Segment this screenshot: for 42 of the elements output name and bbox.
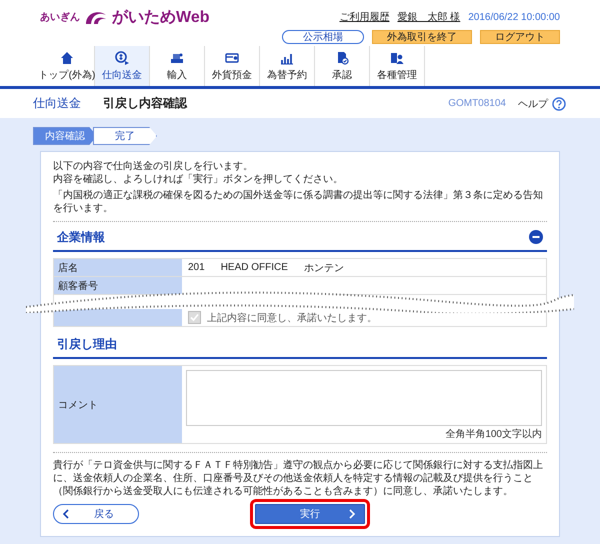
header-link[interactable]: 愛銀 太郎 様 xyxy=(397,10,460,24)
progress-step: 完了 xyxy=(93,127,157,145)
collapse-icon[interactable] xyxy=(529,230,543,244)
char-limit-hint: 全角半角100文字以内 xyxy=(444,428,542,441)
swirl-logo-icon xyxy=(84,9,108,25)
logo-text[interactable]: がいためWeb xyxy=(112,6,210,28)
nav-tab[interactable]: 仕向送金 xyxy=(95,46,150,86)
field-value: ホンテン xyxy=(304,262,344,274)
nav-icon xyxy=(225,50,239,64)
checkbox-label: 上記内容に同意し、承諾いたします。 xyxy=(207,312,377,324)
comment-field[interactable] xyxy=(186,370,542,426)
nav-icon xyxy=(115,50,129,64)
section-title: 仕向送金 xyxy=(33,95,81,112)
nav-tab[interactable]: トップ(外為) xyxy=(40,46,95,86)
datetime: 2016/06/22 10:00:00 xyxy=(468,12,560,22)
section-heading: 引戻し理由 xyxy=(57,336,117,352)
consent-text: 貴行が「テロ資金供与に関するＦＡＴＦ特別勧告」遵守の観点から必要に応じて関係銀行に対する支払指図上に、送金依頼人の企業名、住所、口座番号及びその他送金依頼人を特定する情報の記載及び提供を行うこと（関係銀行から送金受取人にも伝達される可能性があることも含みます）に同意し、承諾いたします。 xyxy=(53,452,547,498)
nav-icon xyxy=(390,50,404,64)
header-button[interactable]: ログアウト xyxy=(480,30,560,44)
help-icon[interactable] xyxy=(552,96,566,110)
field-label: 店名 xyxy=(54,259,182,276)
screen-id: GOMT08104 xyxy=(448,98,506,109)
nav-icon xyxy=(60,50,74,64)
intro-text: 内容を確認し、よろしければ「実行」ボタンを押してください。 xyxy=(53,173,344,186)
section-heading: 企業情報 xyxy=(57,228,105,246)
header-button[interactable]: 外為取引を終了 xyxy=(372,30,472,44)
field-value: 201 xyxy=(188,262,205,273)
nav-icon xyxy=(335,50,349,64)
chevron-right-icon xyxy=(348,509,356,519)
logo-prefix: あいぎん xyxy=(40,11,80,24)
header-button[interactable]: 公示相場 xyxy=(282,30,364,44)
field-label: コメント xyxy=(54,366,182,443)
field-label: 顧客番号 xyxy=(54,277,182,294)
field-value: HEAD OFFICE xyxy=(220,262,288,273)
back-button[interactable]: 戻る xyxy=(53,504,139,524)
header-link[interactable]: ご利用履歴 xyxy=(339,10,390,24)
help-link[interactable]: ヘルプ xyxy=(518,96,548,110)
notice-text: 「内国税の適正な課税の確保を図るための国外送金等に係る調書の提出等に関する法律」第３条に定める告知を行います。 xyxy=(53,189,544,215)
page-title: 引戻し内容確認 xyxy=(103,95,187,112)
intro-text: 以下の内容で仕向送金の引戻しを行います。 xyxy=(53,160,254,173)
chevron-left-icon xyxy=(62,509,70,519)
nav-icon xyxy=(170,50,184,64)
